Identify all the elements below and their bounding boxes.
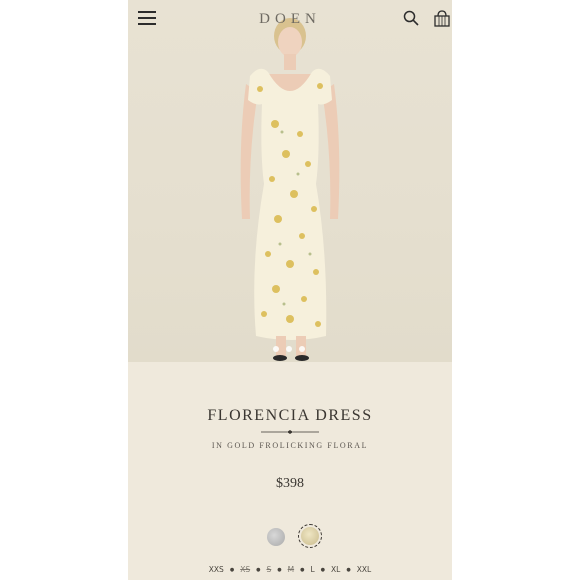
size-option-xxs[interactable]: XXS — [208, 565, 225, 574]
site-header: DOEN — [128, 0, 452, 38]
size-separator-icon: ● — [256, 567, 261, 573]
size-separator-icon: ● — [229, 567, 235, 573]
product-details: FLORENCIA DRESS IN GOLD FROLICKING FLORA… — [128, 362, 452, 580]
gallery-dot-3[interactable] — [299, 346, 305, 352]
size-option-s[interactable]: S — [265, 565, 272, 574]
product-image — [240, 18, 340, 361]
size-option-m[interactable]: M — [287, 565, 295, 574]
gallery-dot-1[interactable] — [273, 346, 279, 352]
size-selector: XXS ● XS ● S ● M ● L ● XL ● XXL — [128, 565, 452, 574]
size-option-xl[interactable]: XL — [330, 565, 341, 574]
swatch-grey[interactable] — [267, 528, 285, 546]
swatch-gold-floral[interactable] — [301, 527, 319, 545]
size-option-xxl[interactable]: XXL — [356, 565, 372, 574]
search-icon[interactable] — [403, 10, 419, 26]
gallery-pagination — [273, 346, 305, 352]
ornamental-divider — [261, 430, 319, 434]
size-separator-icon: ● — [300, 567, 305, 573]
product-image-gallery[interactable] — [128, 0, 452, 362]
gallery-dot-2[interactable] — [286, 346, 292, 352]
shopping-bag-icon[interactable] — [433, 9, 451, 27]
product-price: $398 — [276, 476, 304, 491]
product-title: FLORENCIA DRESS — [207, 407, 373, 424]
size-separator-icon: ● — [346, 567, 351, 573]
product-page: DOEN FLORENCIA DRESS IN GOLD FROLICKING … — [128, 0, 452, 580]
size-separator-icon: ● — [277, 567, 282, 573]
product-colorway: IN GOLD FROLICKING FLORAL — [211, 441, 369, 450]
size-separator-icon: ● — [320, 567, 326, 573]
size-option-xs[interactable]: XS — [239, 565, 251, 574]
